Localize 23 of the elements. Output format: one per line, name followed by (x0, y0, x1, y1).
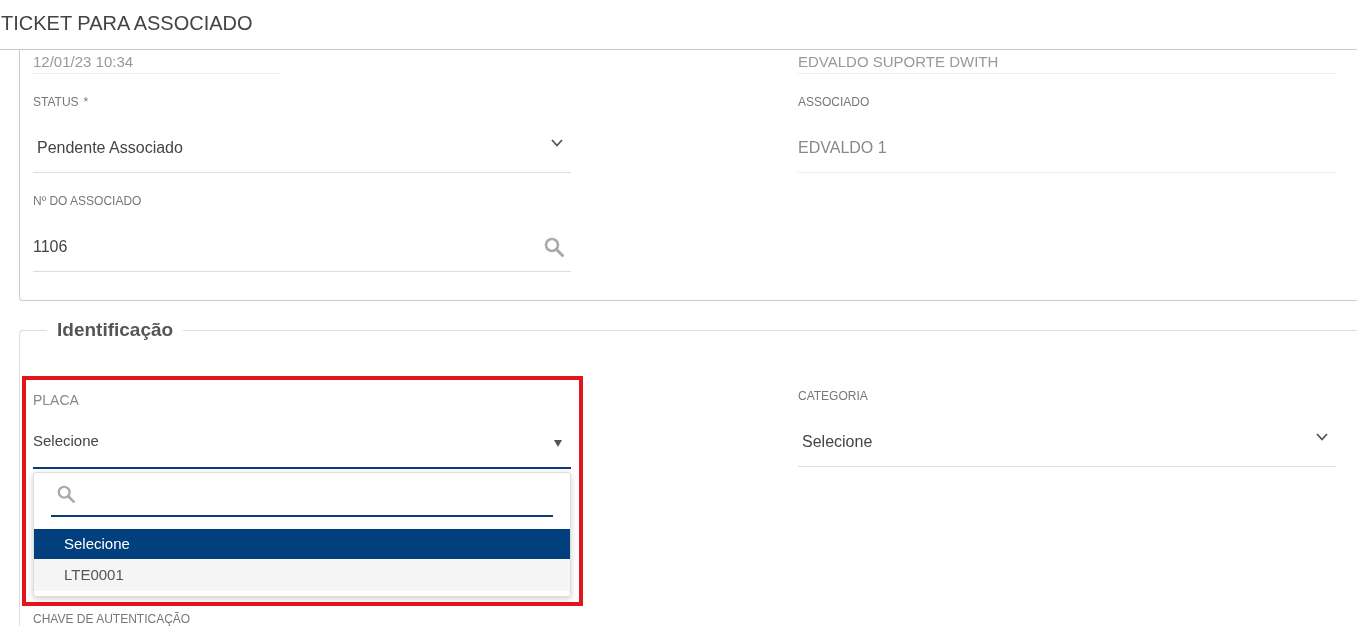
search-icon (544, 237, 564, 257)
dropdown-option[interactable]: Selecione (34, 529, 570, 559)
field-label: Nº DO ASSOCIADO (33, 194, 142, 208)
chevron-down-icon (551, 139, 563, 147)
select-field[interactable]: Pendente Associado (33, 109, 571, 173)
field-label: CHAVE DE AUTENTICAÇÃO (33, 612, 192, 626)
field-label: ASSOCIADO (798, 95, 870, 109)
field-label: STATUS (33, 95, 79, 109)
field-label: PLACA (33, 392, 80, 408)
readonly-field: EDVALDO SUPORTE DWITH (798, 50, 1336, 74)
select-field[interactable]: Selecione (33, 408, 571, 469)
search-icon (57, 485, 75, 503)
required-mark: * (83, 95, 89, 109)
select-field[interactable]: Selecione (798, 403, 1336, 467)
field-label: CATEGORIA (798, 389, 868, 403)
caret-down-icon (554, 440, 562, 447)
section-title: Identificação (56, 318, 175, 342)
dropdown-option[interactable]: LTE0001 (34, 559, 570, 591)
page-title: TICKET PARA ASSOCIADO (0, 11, 254, 36)
readonly-field: EDVALDO 1 (798, 109, 1336, 173)
date-field: 12/01/23 10:34 (33, 50, 279, 74)
lookup-field[interactable]: 1106 (33, 208, 571, 272)
chevron-down-icon (1316, 433, 1328, 441)
